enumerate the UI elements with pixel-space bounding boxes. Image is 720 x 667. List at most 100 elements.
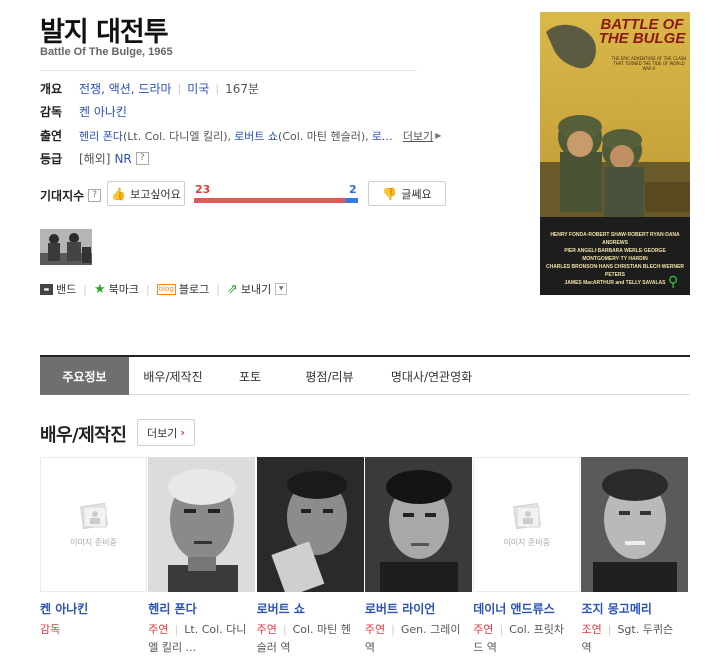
- not-sure-button[interactable]: 👎 글쎄요: [368, 181, 446, 206]
- send-icon: ⇗: [226, 281, 238, 297]
- chevron-right-icon: ▶: [435, 131, 442, 140]
- not-sure-label: 글쎄요: [401, 187, 432, 201]
- cast-photo: [581, 457, 689, 592]
- poster-credits-line: JAMES MacARTHUR and TELLY SAVALAS: [564, 280, 666, 286]
- cast-name[interactable]: 조지 몽고메리: [581, 600, 689, 617]
- cast-role-type: 주연: [256, 623, 277, 636]
- poster-credits-line: HENRY FONDA·ROBERT SHAW·ROBERT RYAN·DANA…: [550, 232, 680, 246]
- separator: |: [83, 282, 87, 296]
- cast-card[interactable]: 로버트 라이언 주연 | Gen. 그레이 역: [364, 457, 473, 667]
- thumbs-down-icon: 👎: [382, 186, 398, 201]
- portrait-image: [256, 457, 364, 592]
- expectation-label: 기대지수: [40, 189, 85, 203]
- cast-more-link[interactable]: 더보기: [403, 128, 433, 144]
- cast-role: 주연 | Lt. Col. 다니엘 킬리 ...: [148, 621, 248, 657]
- blog-button[interactable]: 블로그: [179, 281, 209, 297]
- help-icon[interactable]: ?: [88, 189, 102, 202]
- separator: |: [215, 82, 220, 95]
- movie-poster[interactable]: BATTLE OF THE BULGE THE EPIC ADVENTURE O…: [540, 12, 690, 295]
- poster-credits-line: CHARLES BRONSON·HANS CHRISTIAN BLECH·WER…: [545, 264, 685, 278]
- cast-role-type: 주연: [473, 623, 494, 636]
- country-link[interactable]: 미국: [187, 80, 209, 97]
- cast-more-button[interactable]: 더보기 ›: [137, 419, 195, 446]
- portrait-image: [364, 457, 472, 592]
- cast-role-1: (Lt. Col. 다니엘 킬리),: [122, 129, 232, 143]
- separator: |: [391, 623, 395, 636]
- cast-link-1[interactable]: 헨리 폰다: [79, 128, 123, 144]
- rating-row: 등급 [해외] NR ?: [40, 150, 149, 167]
- help-icon[interactable]: ?: [135, 152, 149, 165]
- director-link[interactable]: 켄 아나킨: [79, 103, 127, 120]
- cast-row: 출연 헨리 폰다 (Lt. Col. 다니엘 킬리), 로버트 쇼 (Col. …: [40, 127, 441, 144]
- separator: |: [174, 623, 179, 636]
- cast-name[interactable]: 데이너 앤드류스: [473, 600, 581, 617]
- cast-card[interactable]: 이미지 준비중 데이너 앤드류스 주연 | Col. 프릿차드 역: [473, 457, 581, 667]
- cast-role: 조연 | Sgt. 두퀴슨 역: [581, 621, 681, 657]
- movie-original-title: Battle Of The Bulge, 1965: [40, 46, 173, 58]
- chevron-down-icon[interactable]: ▼: [275, 283, 288, 295]
- bookmark-button[interactable]: 북마크: [109, 281, 139, 297]
- cast-name[interactable]: 로버트 라이언: [365, 600, 473, 617]
- separator: |: [146, 282, 150, 296]
- cast-label: 출연: [40, 129, 63, 143]
- rating-value[interactable]: NR: [114, 152, 131, 166]
- divider: [40, 70, 417, 71]
- cast-role-type: 주연: [148, 623, 169, 636]
- cast-role: 주연 | Col. 프릿차드 역: [473, 621, 573, 657]
- cast-photo: [364, 457, 472, 592]
- no-image-icon: [512, 502, 541, 530]
- separator: |: [216, 282, 220, 296]
- cast-role: 주연 | Col. 마틴 헨슬러 역: [257, 621, 357, 657]
- expectation-bar: [194, 198, 358, 203]
- still-thumbnail[interactable]: [40, 229, 92, 265]
- cast-name[interactable]: 헨리 폰다: [148, 600, 256, 617]
- blog-icon: blog: [156, 283, 176, 295]
- cast-role: 감독: [40, 621, 140, 639]
- want-to-see-label: 보고싶어요: [130, 187, 181, 201]
- overview-label: 개요: [40, 82, 63, 96]
- cast-role-type: 주연: [364, 623, 386, 636]
- want-to-see-button[interactable]: 👍 보고싶어요: [107, 181, 185, 206]
- cast-card[interactable]: 조지 몽고메리 조연 | Sgt. 두퀴슨 역: [581, 457, 689, 667]
- runtime: 167분: [225, 82, 260, 96]
- rating-label: 등급: [40, 152, 63, 166]
- zoom-icon[interactable]: ⚲: [668, 274, 678, 290]
- cast-role-2: (Col. 마틴 헨슬러),: [278, 129, 369, 143]
- genre-link[interactable]: 전쟁, 액션, 드라마: [79, 80, 172, 97]
- cast-name[interactable]: 로버트 쇼: [257, 600, 365, 617]
- expectation-row: 기대지수 ?: [40, 187, 102, 204]
- want-count: 23: [195, 183, 211, 196]
- tab-main-info[interactable]: 주요정보: [40, 357, 129, 395]
- poster-credits: HENRY FONDA·ROBERT SHAW·ROBERT RYAN·DANA…: [542, 231, 688, 287]
- separator: |: [177, 82, 182, 95]
- portrait-image: [148, 457, 256, 592]
- cast-list: 이미지 준비중 켄 아나킨 감독 헨리 폰다 주연 | Lt. Col. 다니엘 킬…: [40, 457, 690, 667]
- send-button[interactable]: 보내기: [241, 281, 271, 297]
- separator: |: [607, 623, 612, 636]
- cast-link-2[interactable]: 로버트 쇼: [234, 128, 278, 144]
- more-label: 더보기: [147, 426, 178, 440]
- cast-role-type: 조연: [581, 623, 602, 636]
- tab-quotes-related[interactable]: 명대사/연관영화: [376, 357, 487, 395]
- cast-name[interactable]: 켄 아나킨: [40, 600, 148, 617]
- cast-card[interactable]: 이미지 준비중 켄 아나킨 감독: [40, 457, 148, 667]
- cast-more-ellipsis[interactable]: 로…: [372, 128, 393, 144]
- rating-region: [해외]: [79, 152, 111, 166]
- cast-card[interactable]: 헨리 폰다 주연 | Lt. Col. 다니엘 킬리 ...: [148, 457, 256, 667]
- movie-title: 발지 대전투: [40, 17, 169, 48]
- no-count: 2: [349, 183, 357, 196]
- tab-reviews[interactable]: 평점/리뷰: [283, 357, 376, 395]
- tab-cast-crew[interactable]: 배우/제작진: [129, 357, 217, 395]
- band-button[interactable]: 밴드: [56, 281, 76, 297]
- poster-tagline: THE EPIC ADVENTURE OF THE CLASH THAT TUR…: [611, 56, 687, 71]
- section-title: 배우/제작진: [40, 425, 127, 446]
- still-image: [40, 229, 92, 265]
- poster-headline: BATTLE OF THE BULGE: [598, 16, 686, 47]
- tab-photo[interactable]: 포토: [217, 357, 283, 395]
- share-row: ▬ 밴드 | ★ 북마크 | blog 블로그 | ⇗ 보내기 ▼: [40, 281, 288, 297]
- portrait-image: [581, 457, 689, 592]
- cast-photo: [256, 457, 364, 592]
- no-image-icon: [79, 502, 108, 530]
- tab-bar: 주요정보 배우/제작진 포토 평점/리뷰 명대사/연관영화: [40, 355, 690, 395]
- cast-card[interactable]: 로버트 쇼 주연 | Col. 마틴 헨슬러 역: [256, 457, 365, 667]
